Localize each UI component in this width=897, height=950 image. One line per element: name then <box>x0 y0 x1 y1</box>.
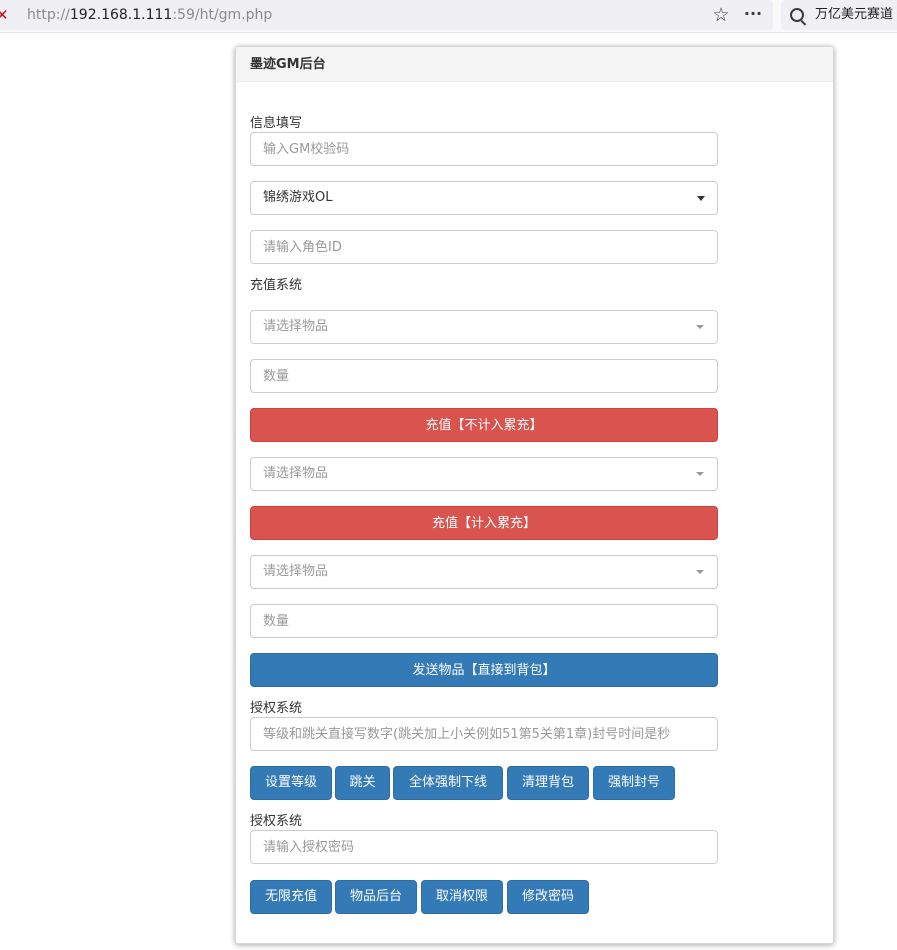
recharge-section-label: 充值系统 <box>250 278 303 293</box>
chevron-down-icon <box>697 196 705 201</box>
panel-title: 墨迹GM后台 <box>250 57 326 72</box>
revoke-permission-button[interactable]: 取消权限 <box>421 880 503 914</box>
gm-panel: 墨迹GM后台 信息填写 锦绣游戏OL 充值系统 请选择物品 充值【不计入累充】 … <box>235 46 834 944</box>
gm-code-input[interactable] <box>251 133 717 165</box>
bookmark-star-icon[interactable]: ☆ <box>710 3 732 27</box>
auth-section-2-label: 授权系统 <box>250 814 303 829</box>
search-icon <box>790 8 804 22</box>
item-select-2[interactable]: 请选择物品 <box>250 457 718 491</box>
clear-bag-button[interactable]: 清理背包 <box>507 766 589 800</box>
send-item-button[interactable]: 发送物品【直接到背包】 <box>250 653 718 687</box>
recharge-no-accum-button[interactable]: 充值【不计入累充】 <box>250 408 718 442</box>
set-level-button[interactable]: 设置等级 <box>250 766 332 800</box>
url-rest: :59/ht/gm.php <box>172 7 273 23</box>
insecure-connection-icon[interactable]: ✕ <box>0 5 10 25</box>
panel-heading: 墨迹GM后台 <box>236 47 833 82</box>
auth-password-input[interactable] <box>251 831 717 863</box>
change-password-button[interactable]: 修改密码 <box>507 880 589 914</box>
item-select-1-placeholder: 请选择物品 <box>263 319 329 334</box>
auth-password-field[interactable] <box>250 830 718 864</box>
item-select-2-placeholder: 请选择物品 <box>263 466 329 481</box>
browser-toolbar: ✕ http://192.168.1.111:59/ht/gm.php ☆ ··… <box>0 0 897 33</box>
item-backend-button[interactable]: 物品后台 <box>335 880 417 914</box>
auth-section-1-label: 授权系统 <box>250 701 303 716</box>
force-logout-all-button[interactable]: 全体强制下线 <box>393 766 503 800</box>
auth-command-input[interactable] <box>251 718 717 750</box>
quantity-input-2[interactable] <box>251 605 717 637</box>
page-actions-more-icon[interactable]: ··· <box>741 3 765 27</box>
skip-stage-button[interactable]: 跳关 <box>335 766 390 800</box>
chevron-down-icon <box>696 570 704 574</box>
url-prefix: http:// <box>27 7 70 23</box>
auth-command-field[interactable] <box>250 717 718 751</box>
gm-code-field[interactable] <box>250 132 718 166</box>
search-bar[interactable]: 万亿美元赛道 <box>781 0 897 30</box>
search-text[interactable]: 万亿美元赛道 <box>815 0 893 30</box>
item-select-1[interactable]: 请选择物品 <box>250 310 718 344</box>
role-id-input[interactable] <box>251 231 717 263</box>
chevron-down-icon <box>696 325 704 329</box>
game-select-value: 锦绣游戏OL <box>263 190 333 205</box>
quantity-input-1[interactable] <box>251 360 717 392</box>
url-text[interactable]: http://192.168.1.111:59/ht/gm.php <box>27 0 272 30</box>
address-bar[interactable]: ✕ http://192.168.1.111:59/ht/gm.php ☆ ··… <box>0 0 773 30</box>
item-select-3[interactable]: 请选择物品 <box>250 555 718 589</box>
chevron-down-icon <box>696 472 704 476</box>
force-ban-button[interactable]: 强制封号 <box>593 766 675 800</box>
recharge-accum-button[interactable]: 充值【计入累充】 <box>250 506 718 540</box>
info-section-label: 信息填写 <box>250 116 303 131</box>
item-select-3-placeholder: 请选择物品 <box>263 564 329 579</box>
game-select[interactable]: 锦绣游戏OL <box>250 181 718 215</box>
url-host: 192.168.1.111 <box>69 7 173 23</box>
quantity-field-1[interactable] <box>250 359 718 393</box>
unlimited-recharge-button[interactable]: 无限充值 <box>250 880 332 914</box>
role-id-field[interactable] <box>250 230 718 264</box>
quantity-field-2[interactable] <box>250 604 718 638</box>
